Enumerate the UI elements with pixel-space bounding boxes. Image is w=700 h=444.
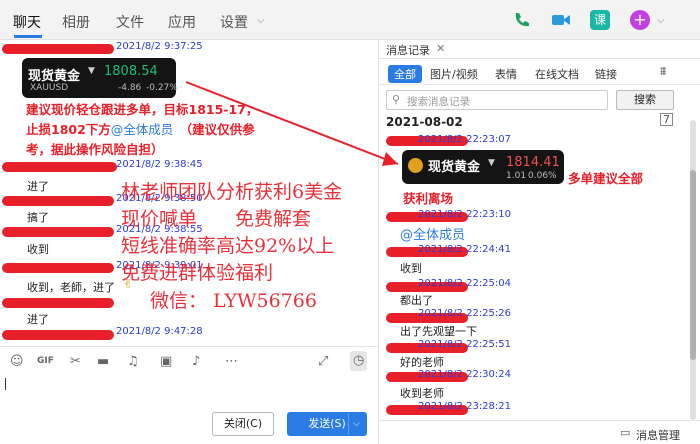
ad-line: 现价喊单 免费解套	[121, 208, 312, 230]
ad-line: 微信： LYW56766	[150, 290, 317, 312]
ad-line: 免费进群体验福利	[121, 262, 274, 284]
ad-line: 短线准确率高达92%以上	[121, 235, 335, 257]
ad-line: 林老师团队分析获利6美金	[121, 181, 343, 203]
annotation-arrow	[185, 81, 399, 166]
